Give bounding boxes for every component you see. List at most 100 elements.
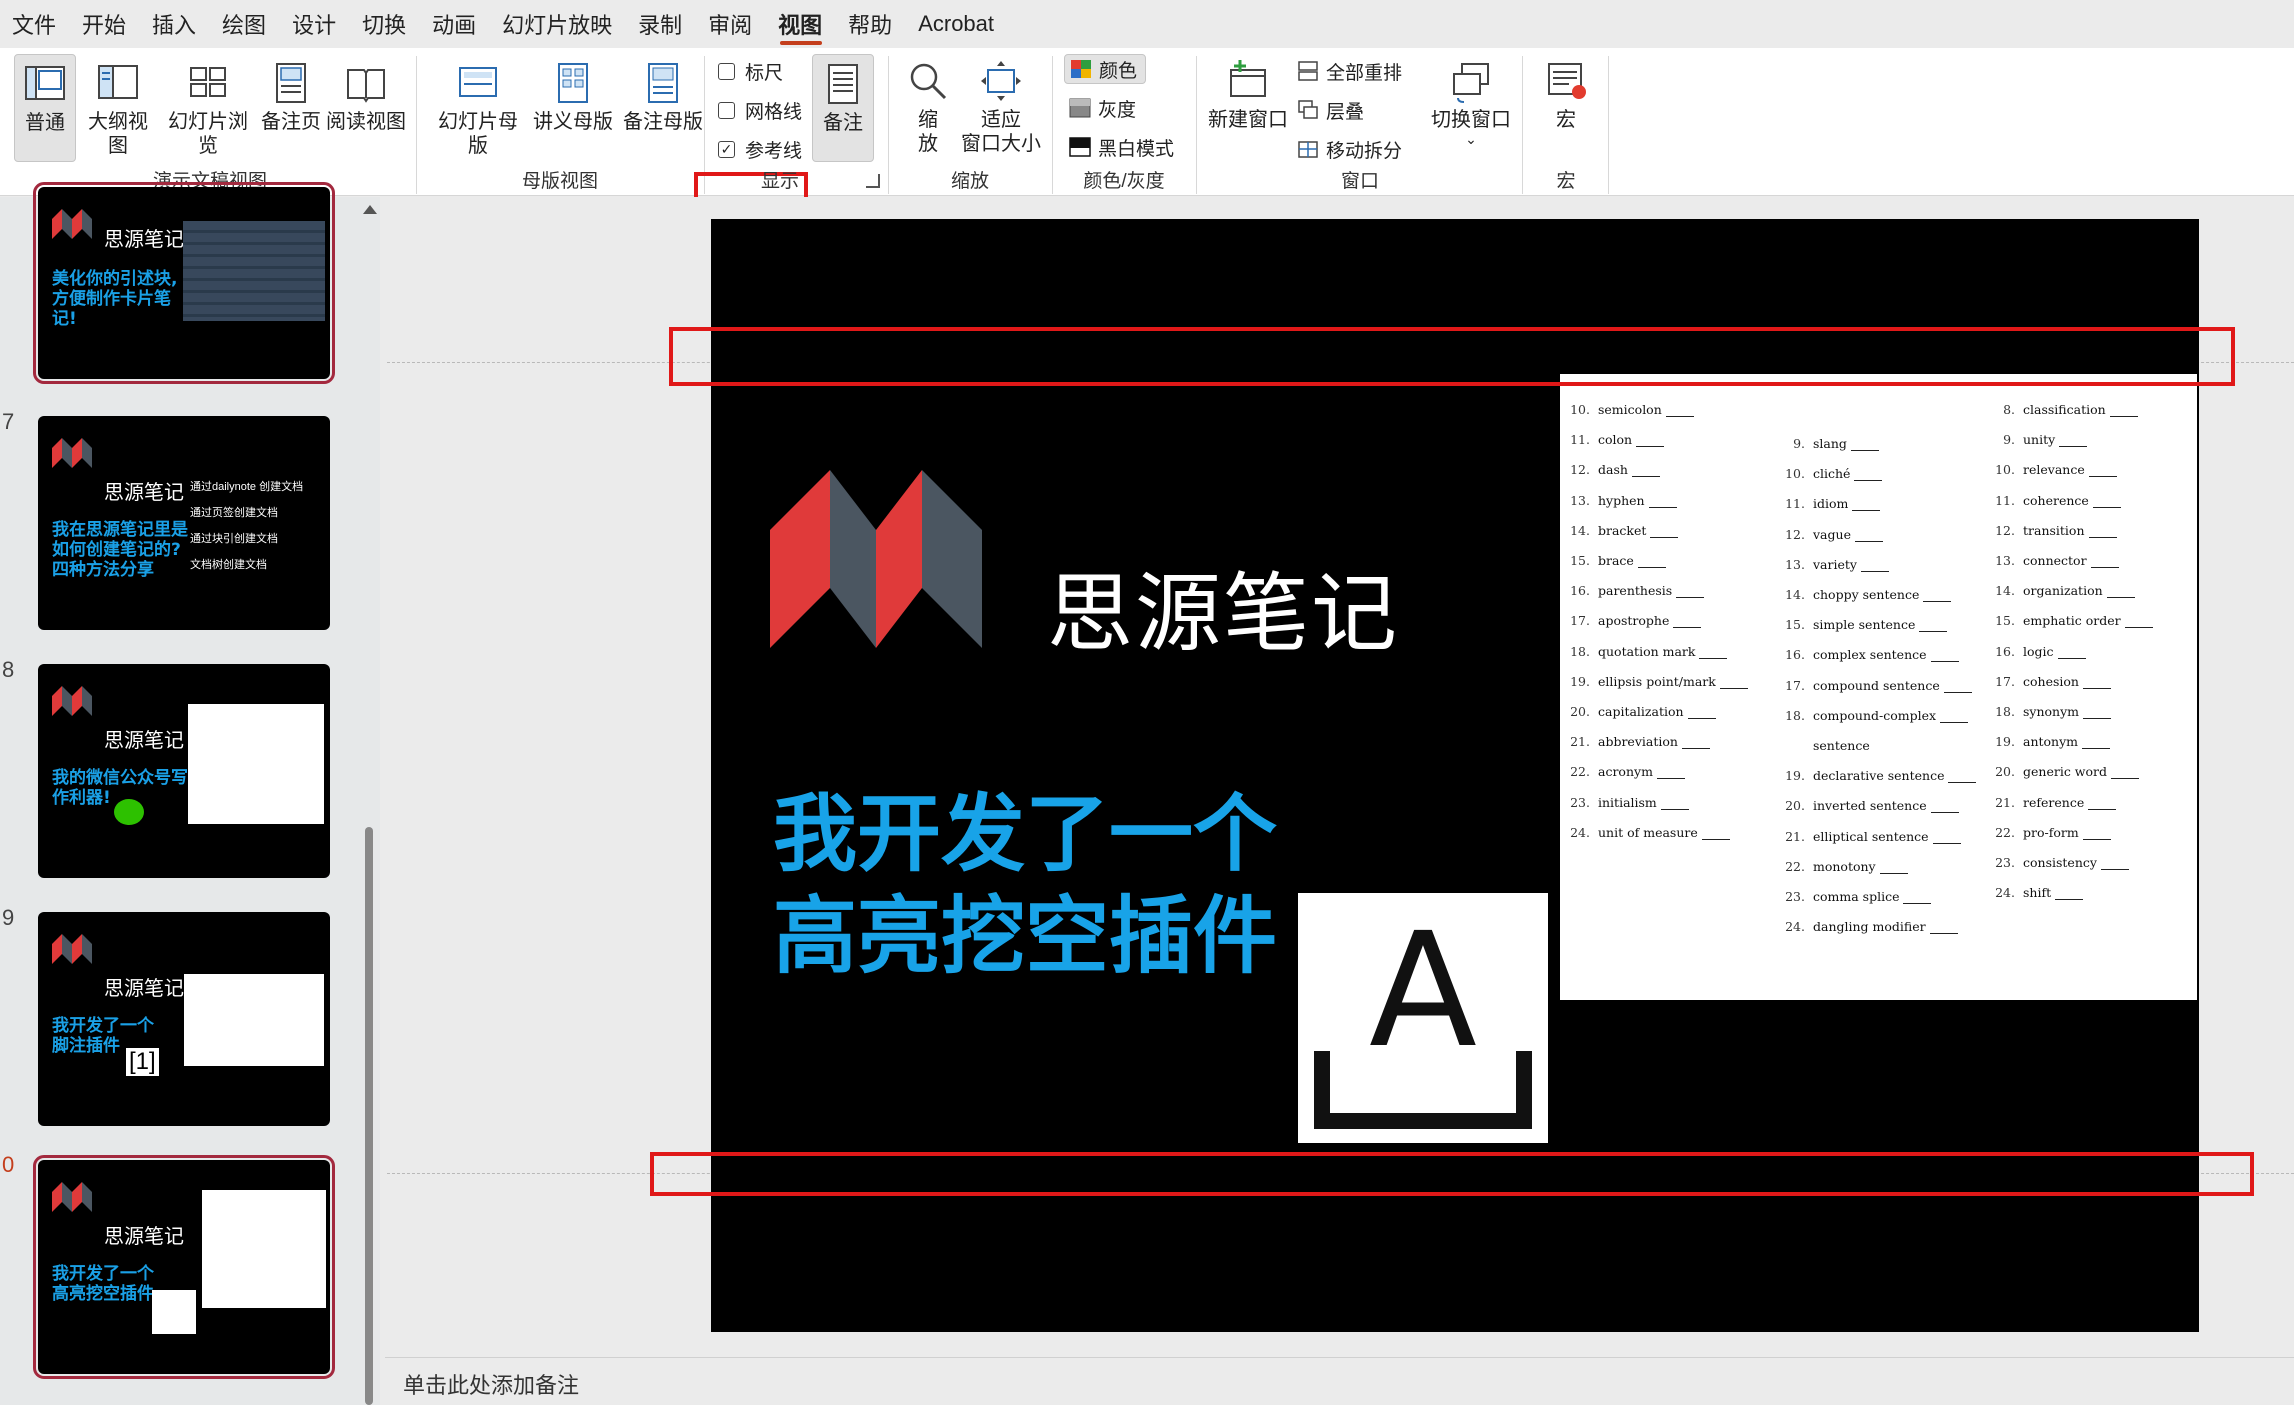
worksheet-item-number: 10. [1785, 466, 1805, 482]
notes-master-button[interactable]: 备注母版 [620, 60, 706, 134]
grayscale-button[interactable]: 灰度 [1068, 93, 1136, 123]
ruler-check-icon [718, 62, 735, 80]
menu-draw[interactable]: 绘图 [210, 0, 280, 48]
worksheet-blank [1930, 812, 1959, 814]
menu-review[interactable]: 审阅 [696, 0, 766, 48]
worksheet-item: 16. complex sentence [1779, 647, 1959, 663]
menu-file[interactable]: 文件 [0, 0, 70, 48]
outline-view-label: 大纲视图 [88, 111, 148, 157]
scrollbar-thumb[interactable] [365, 827, 373, 1405]
menu-transitions[interactable]: 切换 [350, 0, 420, 48]
notes-toggle-button[interactable]: 备注 [812, 54, 874, 162]
worksheet-item: 10. semicolon [1564, 402, 1694, 417]
black-white-label: 黑白模式 [1098, 138, 1175, 160]
thumb-title: 思源笔记 [104, 227, 184, 251]
fit-to-window-button[interactable]: 适应 窗口大小 [961, 58, 1041, 156]
worksheet-item: 14. choppy sentence [1779, 587, 1952, 602]
worksheet-blank [1673, 627, 1702, 629]
slide-thumbnail-8[interactable]: 思源笔记 我的微信公众号写 作利器! [38, 664, 330, 878]
outline-view-button[interactable]: 大纲视图 [80, 60, 156, 158]
switch-window-button[interactable]: 切换窗口 ⌄ [1430, 58, 1512, 146]
worksheet-item-number: 24. [1570, 824, 1590, 840]
cascade-icon [1296, 98, 1320, 122]
slide-thumbnail-6[interactable]: 思源笔记 美化你的引述块, 方便制作卡片笔 记! [33, 182, 335, 384]
worksheet-item: 14. bracket [1564, 522, 1679, 538]
worksheet-item-term: dash [1598, 462, 1628, 478]
menu-animations[interactable]: 动画 [420, 0, 490, 48]
dialog-launcher-icon[interactable] [866, 174, 880, 188]
zoom-button[interactable]: 缩 放 [898, 58, 958, 156]
black-white-button[interactable]: 黑白模式 [1068, 132, 1174, 162]
worksheet-item: 12. vague [1779, 527, 1883, 542]
slide-thumbnail-7[interactable]: 思源笔记 我在思源笔记里是 如何创建笔记的? 四种方法分享 通过dailynot… [38, 416, 330, 630]
slide-thumbnail-10[interactable]: 思源笔记 我开发了一个 高亮挖空插件 [33, 1155, 335, 1379]
worksheet-blank [1637, 567, 1666, 568]
menu-help[interactable]: 帮助 [836, 0, 906, 48]
notes-toggle-label: 备注 [823, 112, 863, 134]
worksheet-item-number: 11. [1785, 496, 1805, 512]
worksheet-item: 15. emphatic order [1989, 613, 2153, 629]
worksheet-item-term: apostrophe [1598, 613, 1670, 629]
worksheet-blank [2106, 597, 2135, 599]
worksheet-blank [2057, 657, 2086, 659]
worksheet-blank [1943, 691, 1972, 693]
new-window-button[interactable]: 新建窗口 [1208, 58, 1288, 132]
worksheet-blank [1854, 540, 1883, 542]
color-mode-button[interactable]: 颜色 [1064, 54, 1147, 84]
worksheet-item-number: 24. [1785, 919, 1805, 935]
macro-icon [1543, 58, 1589, 104]
arrange-all-icon [1296, 59, 1320, 83]
worksheet-item-term: logic [2023, 643, 2054, 659]
worksheet-item: 14. organization [1989, 583, 2135, 599]
worksheet-item-term: unity [2023, 432, 2056, 448]
worksheet-item-term: ellipsis point/mark [1598, 673, 1716, 689]
worksheet-blank [2055, 899, 2084, 901]
notes-pane[interactable]: 单击此处添加备注 [385, 1357, 2294, 1405]
worksheet-item: 11. coherence [1989, 493, 2121, 508]
worksheet-item: 23. comma splice [1779, 889, 1932, 904]
worksheet-item-number: 18. [1785, 707, 1805, 723]
menu-bar: 文件 开始 插入 绘图 设计 切换 动画 幻灯片放映 录制 审阅 视图 帮助 A… [0, 0, 2294, 48]
slide-thumbnail-9[interactable]: 思源笔记 我开发了一个 脚注插件 [1] [38, 912, 330, 1126]
handout-master-button[interactable]: 讲义母版 [530, 60, 616, 134]
normal-view-button[interactable]: 普通 [14, 54, 76, 162]
menu-insert[interactable]: 插入 [140, 0, 210, 48]
worksheet-blank [2059, 446, 2088, 448]
menu-design[interactable]: 设计 [280, 0, 350, 48]
worksheet-item-term: comma splice [1813, 889, 1900, 904]
slide-master-button[interactable]: 幻灯片母版 [430, 60, 526, 158]
macros-button[interactable]: 宏 [1536, 58, 1596, 132]
gridlines-checkbox[interactable]: 网格线 [718, 95, 802, 125]
siyuan-logo [52, 686, 92, 716]
brand-title: 思源笔记 [1047, 564, 1399, 664]
separator [1608, 56, 1609, 194]
worksheet-item: 9. slang [1779, 436, 1879, 451]
menu-slideshow[interactable]: 幻灯片放映 [490, 0, 626, 48]
ruler-checkbox[interactable]: 标尺 [718, 56, 783, 86]
grayscale-label: 灰度 [1098, 99, 1137, 121]
reading-view-button[interactable]: 阅读视图 [326, 60, 406, 134]
thumbnail-scrollbar[interactable] [358, 197, 380, 1405]
arrange-all-button[interactable]: 全部重排 [1296, 56, 1402, 86]
menu-view[interactable]: 视图 [766, 0, 836, 48]
notes-page-button[interactable]: 备注页 [260, 60, 322, 134]
worksheet-item: 20. capitalization [1564, 704, 1716, 719]
worksheet-item-number: 14. [1570, 522, 1590, 538]
worksheet-blank [2082, 838, 2111, 840]
worksheet-blank [1687, 718, 1716, 719]
worksheet-item-term: semicolon [1598, 402, 1662, 417]
guides-checkbox[interactable]: ✓ 参考线 [718, 134, 802, 164]
move-split-button[interactable]: 移动拆分 [1296, 134, 1402, 164]
menu-home[interactable]: 开始 [70, 0, 140, 48]
worksheet-blank [2090, 567, 2119, 568]
bottom-guide-highlight-box [650, 1152, 2254, 1196]
worksheet-item-term: relevance [2023, 462, 2085, 478]
worksheet-item-term: simple sentence [1813, 617, 1916, 633]
ribbon: 普通 大纲视图 幻灯片浏览 备注页 阅读视图 演示文稿视图 幻灯片母版 讲义母版… [0, 48, 2294, 220]
menu-acrobat[interactable]: Acrobat [906, 0, 1008, 48]
menu-record[interactable]: 录制 [626, 0, 696, 48]
slide-sorter-button[interactable]: 幻灯片浏览 [160, 60, 256, 158]
cascade-button[interactable]: 层叠 [1296, 95, 1364, 125]
scroll-up-arrow-icon[interactable] [363, 205, 377, 214]
show-group-label: 显示 [760, 171, 799, 192]
